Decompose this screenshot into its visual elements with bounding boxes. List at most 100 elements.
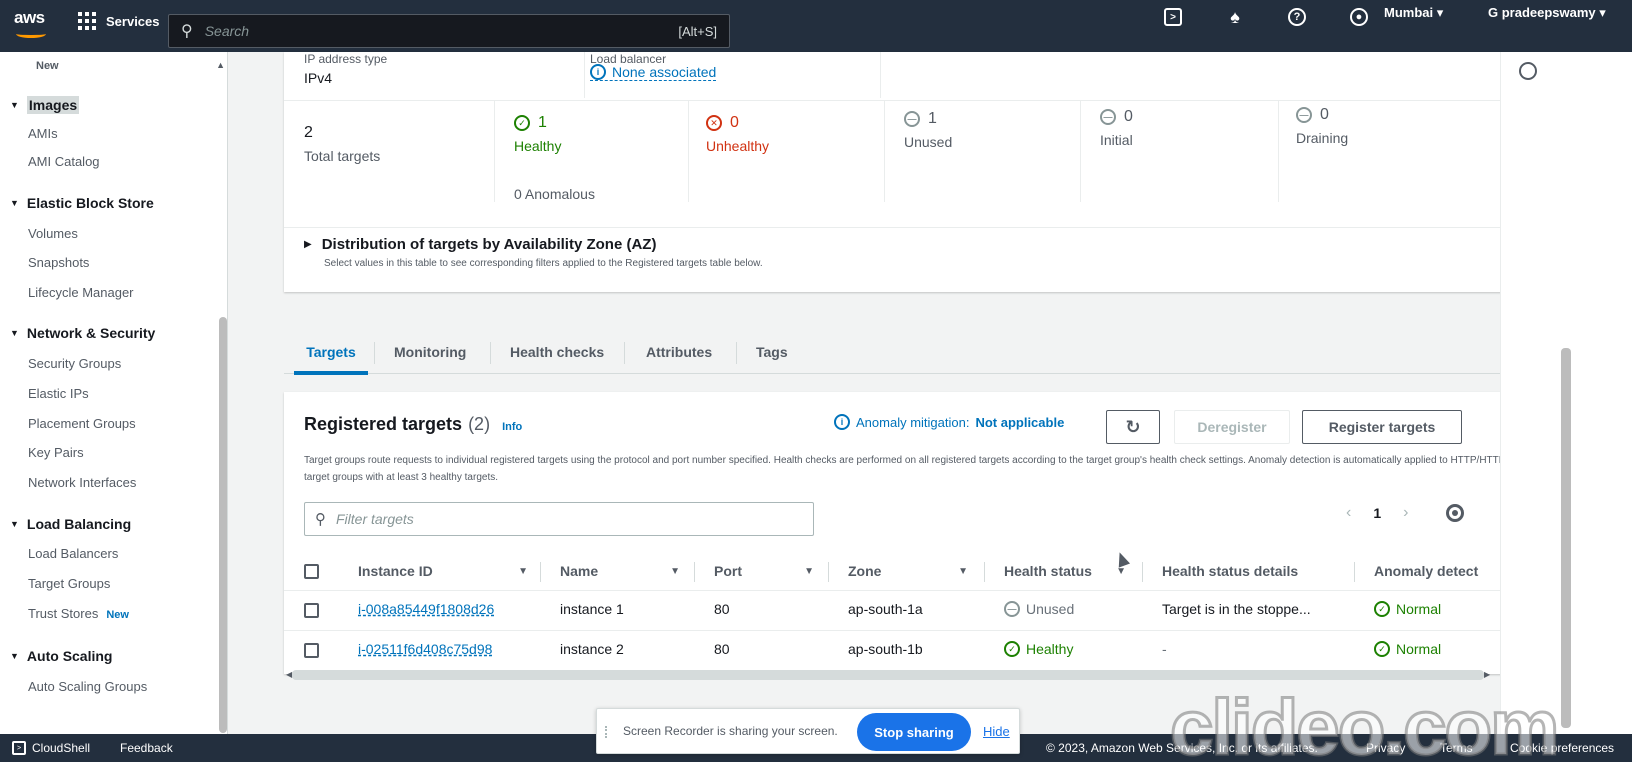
deregister-button[interactable]: Deregister <box>1174 410 1290 444</box>
load-balancer-link[interactable]: i None associated <box>590 64 717 81</box>
left-sidebar: ▲ New ▼ Images AMIs AMI Catalog ▼ Elastic … <box>0 52 228 734</box>
stat-unused[interactable]: — 1 Unused <box>904 110 952 150</box>
sidebar-item-ami-catalog[interactable]: AMI Catalog <box>28 154 100 169</box>
sidebar-item-auto-scaling-groups[interactable]: Auto Scaling Groups <box>28 679 147 694</box>
page-scrollbar[interactable] <box>1561 348 1571 728</box>
column-header-anomaly-detection[interactable]: Anomaly detect <box>1374 552 1504 590</box>
health-status: ✓ Healthy <box>1004 641 1073 657</box>
sidebar-section-network-security[interactable]: ▼ Network & Security <box>10 325 155 341</box>
next-page-icon[interactable]: › <box>1403 504 1408 522</box>
column-header-health-status-details[interactable]: Health status details <box>1162 552 1342 590</box>
hide-link[interactable]: Hide <box>983 724 1010 739</box>
region-selector[interactable]: Mumbai ▾ <box>1384 5 1443 21</box>
ip-address-type-value: IPv4 <box>304 70 333 86</box>
search-icon: ⚲ <box>315 511 326 528</box>
tab-monitoring[interactable]: Monitoring <box>394 330 466 374</box>
sidebar-item-lifecycle-manager[interactable]: Lifecycle Manager <box>28 285 134 300</box>
stat-healthy[interactable]: ✓ 1 Healthy <box>514 114 561 154</box>
table-row[interactable]: i-02511f6d408c75d98 instance 2 80 ap-sou… <box>284 630 1548 670</box>
column-header-zone[interactable]: Zone ▼ <box>848 552 968 590</box>
sidebar-section-auto-scaling[interactable]: ▼ Auto Scaling <box>10 648 112 664</box>
column-label: Health status details <box>1162 563 1299 579</box>
table-row[interactable]: i-008a85449f1808d26 instance 1 80 ap-sou… <box>284 590 1548 630</box>
anomaly-mitigation-link[interactable]: i Anomaly mitigation: Not applicable <box>834 414 1064 430</box>
sidebar-section-images[interactable]: ▼ Images <box>10 96 80 114</box>
cloudshell-icon[interactable]: > <box>1160 4 1186 30</box>
services-menu-button[interactable]: Services <box>78 12 160 30</box>
select-all-checkbox[interactable] <box>304 564 319 579</box>
sidebar-item-key-pairs[interactable]: Key Pairs <box>28 445 84 460</box>
instance-id-link[interactable]: i-02511f6d408c75d98 <box>358 641 492 657</box>
scroll-right-arrow-icon[interactable]: ▶ <box>1484 670 1490 679</box>
stop-sharing-button[interactable]: Stop sharing <box>857 713 971 751</box>
sidebar-section-ebs[interactable]: ▼ Elastic Block Store <box>10 195 154 211</box>
sidebar-item-elastic-ips[interactable]: Elastic IPs <box>28 386 89 401</box>
table-horizontal-scrollbar[interactable] <box>292 670 1484 680</box>
column-header-instance-id[interactable]: Instance ID ▼ <box>358 552 528 590</box>
tab-attributes[interactable]: Attributes <box>646 330 712 374</box>
minus-circle-icon: — <box>1100 109 1116 125</box>
stat-draining[interactable]: — 0 Draining <box>1296 106 1348 146</box>
scroll-up-arrow-icon[interactable]: ▲ <box>216 60 225 70</box>
registered-targets-count: (2) <box>468 414 491 434</box>
search-input[interactable]: ⚲ Search [Alt+S] <box>168 14 730 48</box>
aws-logo[interactable]: aws <box>14 8 50 42</box>
current-page[interactable]: 1 <box>1373 505 1381 521</box>
instance-id-link[interactable]: i-008a85449f1808d26 <box>358 601 494 617</box>
sidebar-item-placement-groups[interactable]: Placement Groups <box>28 416 136 431</box>
health-status-text: Unused <box>1026 601 1075 617</box>
stat-unhealthy[interactable]: ✕ 0 Unhealthy <box>706 114 769 154</box>
tab-health-checks[interactable]: Health checks <box>510 330 604 374</box>
divider <box>624 342 625 364</box>
settings-gear-icon[interactable]: ● <box>1346 4 1372 30</box>
registered-targets-title: Registered targets <box>304 414 463 434</box>
sidebar-item-security-groups[interactable]: Security Groups <box>28 356 121 371</box>
column-label: Instance ID <box>358 563 433 579</box>
search-placeholder: Search <box>204 23 250 39</box>
help-icon[interactable]: ? <box>1284 4 1310 30</box>
sidebar-item-network-interfaces[interactable]: Network Interfaces <box>28 475 136 490</box>
sidebar-section-load-balancing[interactable]: ▼ Load Balancing <box>10 516 131 532</box>
feedback-link[interactable]: Feedback <box>120 741 173 755</box>
divider <box>584 52 585 98</box>
load-balancer-value: None associated <box>612 64 717 80</box>
help-panel-toggle-icon[interactable] <box>1519 62 1537 80</box>
section-title: Images <box>26 96 80 114</box>
health-status-details: Target is in the stoppe... <box>1162 601 1311 617</box>
divider <box>736 342 737 364</box>
stat-label: Draining <box>1296 130 1349 146</box>
stat-initial[interactable]: — 0 Initial <box>1100 108 1133 148</box>
table-settings-gear-icon[interactable] <box>1446 504 1464 522</box>
sidebar-item-volumes[interactable]: Volumes <box>28 226 78 241</box>
notifications-bell-icon[interactable]: ♠ <box>1222 4 1248 30</box>
target-group-details-card: IP address type IPv4 Load balancer i None… <box>284 52 1534 292</box>
info-link[interactable]: Info <box>502 421 522 433</box>
sidebar-item-trust-stores[interactable]: Trust Stores New <box>28 606 129 621</box>
sidebar-item-target-groups[interactable]: Target Groups <box>28 576 110 591</box>
tab-targets[interactable]: Targets <box>294 330 368 375</box>
anomaly-mitigation-label: Anomaly mitigation: <box>856 414 970 430</box>
sidebar-item-snapshots[interactable]: Snapshots <box>28 255 89 270</box>
sidebar-item-load-balancers[interactable]: Load Balancers <box>28 546 118 561</box>
previous-page-icon[interactable]: ‹ <box>1346 504 1351 522</box>
filter-targets-input[interactable]: ⚲ Filter targets <box>304 502 814 536</box>
sidebar-item-amis[interactable]: AMIs <box>28 126 58 141</box>
cloudshell-link[interactable]: > CloudShell <box>12 741 90 755</box>
refresh-button[interactable]: ↻ <box>1106 410 1160 444</box>
az-distribution-toggle[interactable]: ▶ Distribution of targets by Availability… <box>304 236 656 253</box>
sidebar-scrollbar[interactable] <box>219 317 227 733</box>
column-header-port[interactable]: Port ▼ <box>714 552 814 590</box>
column-label: Zone <box>848 563 882 579</box>
column-header-health-status[interactable]: Health status ▼ <box>1004 552 1126 590</box>
account-menu[interactable]: G pradeepswamy ▾ <box>1488 5 1606 21</box>
tab-tags[interactable]: Tags <box>756 330 788 374</box>
drag-handle-icon[interactable] <box>605 726 609 738</box>
caret-down-icon: ▼ <box>10 328 19 338</box>
section-title: Elastic Block Store <box>26 195 154 211</box>
row-checkbox[interactable] <box>304 603 319 618</box>
register-targets-button[interactable]: Register targets <box>1302 410 1462 444</box>
column-header-name[interactable]: Name ▼ <box>560 552 680 590</box>
registered-targets-card: Registered targets (2) Info i Anomaly mi… <box>284 392 1548 680</box>
row-checkbox[interactable] <box>304 643 319 658</box>
section-title: Network & Security <box>26 325 156 341</box>
